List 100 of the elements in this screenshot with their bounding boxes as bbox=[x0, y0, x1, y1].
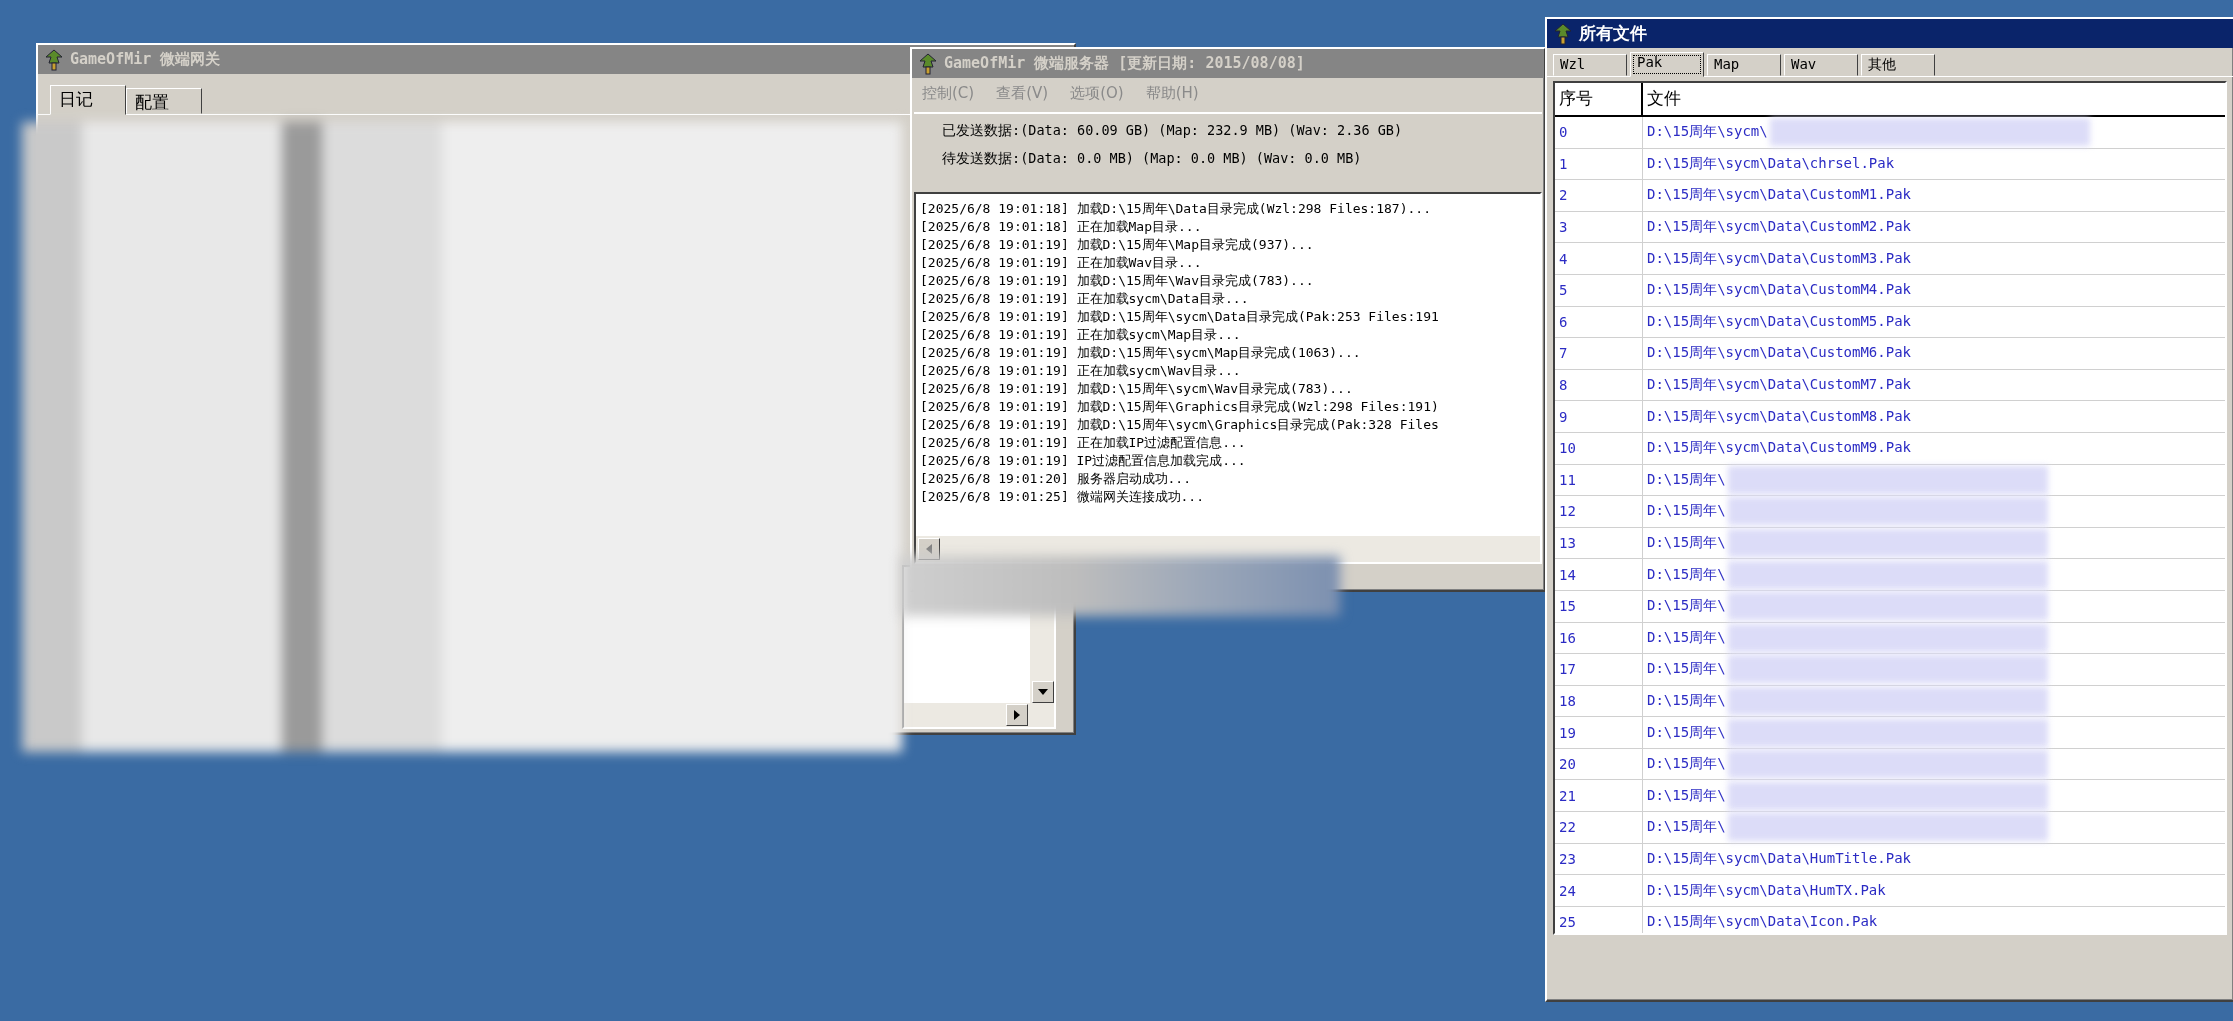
table-cell: D:\15周年\sycm\Data\CustomM4.Pak bbox=[1647, 281, 1911, 300]
table-row[interactable]: 14 D:\15周年\ bbox=[1555, 559, 2225, 591]
table-row[interactable]: 6 D:\15周年\sycm\Data\CustomM5.Pak bbox=[1555, 306, 2225, 339]
tab[interactable]: 配置 bbox=[126, 88, 202, 114]
window-title: GameOfMir 微端网关 bbox=[70, 50, 221, 69]
table-row[interactable]: 5 D:\15周年\sycm\Data\CustomM4.Pak bbox=[1555, 274, 2225, 307]
table-row[interactable]: 15 D:\15周年\ bbox=[1555, 590, 2225, 623]
table-cell: D:\15周年\sycm\Data\CustomM6.Pak bbox=[1647, 344, 1911, 363]
table-row[interactable]: 19 D:\15周年\ bbox=[1555, 717, 2225, 749]
table-cell: 5 bbox=[1559, 282, 1568, 299]
table-row[interactable]: 17 D:\15周年\ bbox=[1555, 654, 2225, 686]
log-line: [2025/6/8 19:01:19] 正在加载sycm\Map目录... bbox=[920, 326, 1242, 344]
table-cell: D:\15周年\sycm\Data\CustomM7.Pak bbox=[1647, 376, 1911, 395]
table-row[interactable]: 9 D:\15周年\sycm\Data\CustomM8.Pak bbox=[1555, 401, 2225, 433]
table-cell: 14 bbox=[1559, 566, 1576, 583]
table-row[interactable]: 0 D:\15周年\sycm\ bbox=[1555, 117, 2225, 149]
tab[interactable]: 其他 bbox=[1861, 54, 1935, 76]
table-row[interactable]: 23 D:\15周年\sycm\Data\HumTitle.Pak bbox=[1555, 843, 2225, 876]
table-row[interactable]: 3 D:\15周年\sycm\Data\CustomM2.Pak bbox=[1555, 211, 2225, 244]
table-cell: D:\15周年\sycm\Data\chrsel.Pak bbox=[1647, 154, 1895, 173]
table-cell: 22 bbox=[1559, 819, 1576, 836]
table-cell: D:\15周年\ bbox=[1647, 818, 1726, 837]
table-row[interactable]: 13 D:\15周年\ bbox=[1555, 527, 2225, 560]
log-line: [2025/6/8 19:01:19] 加载D:\15周年\sycm\Graphics目录完成(Pak:328 Files bbox=[920, 416, 1440, 434]
table-row[interactable]: 8 D:\15周年\sycm\Data\CustomM7.Pak bbox=[1555, 369, 2225, 402]
log-line: [2025/6/8 19:01:20] 服务器启动成功... bbox=[920, 470, 1192, 488]
table-row[interactable]: 16 D:\15周年\ bbox=[1555, 622, 2225, 655]
table-cell: D:\15周年\ bbox=[1647, 565, 1726, 584]
tab[interactable]: Pak bbox=[1630, 52, 1704, 77]
table-cell: 19 bbox=[1559, 724, 1576, 741]
table-cell: 16 bbox=[1559, 629, 1576, 646]
log-line: [2025/6/8 19:01:19] 正在加载IP过滤配置信息... bbox=[920, 434, 1247, 452]
table-row[interactable]: 20 D:\15周年\ bbox=[1555, 748, 2225, 781]
window-title: GameOfMir 微端服务器 [更新日期: 2015/08/08] bbox=[944, 54, 1305, 73]
scroll-down-button[interactable] bbox=[1032, 681, 1054, 703]
table-cell: D:\15周年\ bbox=[1647, 786, 1726, 805]
table-cell: D:\15周年\ bbox=[1647, 470, 1726, 489]
table-cell: D:\15周年\sycm\ bbox=[1647, 123, 1768, 142]
table-cell: 6 bbox=[1559, 313, 1568, 330]
table-row[interactable]: 1 D:\15周年\sycm\Data\chrsel.Pak bbox=[1555, 148, 2225, 181]
table-cell: D:\15周年\ bbox=[1647, 723, 1726, 742]
log-line: [2025/6/8 19:01:19] 加载D:\15周年\Map目录完成(937)... bbox=[920, 236, 1315, 254]
column-header[interactable]: 文件 bbox=[1643, 83, 2225, 115]
table-row[interactable]: 7 D:\15周年\sycm\Data\CustomM6.Pak bbox=[1555, 338, 2225, 370]
table-cell: 25 bbox=[1559, 914, 1576, 931]
app-icon bbox=[1553, 22, 1573, 45]
stat-line: 已发送数据:(Data: 60.09 GB) (Map: 232.9 MB) (Wav: 2.36 GB) bbox=[942, 122, 1404, 140]
scroll-right-button[interactable] bbox=[1006, 704, 1028, 726]
table-cell: 18 bbox=[1559, 693, 1576, 709]
table-cell: 12 bbox=[1559, 503, 1576, 520]
table-row[interactable]: 4 D:\15周年\sycm\Data\CustomM3.Pak bbox=[1555, 243, 2225, 275]
tab[interactable]: Map bbox=[1707, 54, 1781, 76]
table-cell: 9 bbox=[1559, 408, 1568, 425]
table-cell: D:\15周年\ bbox=[1647, 692, 1726, 710]
table-cell: D:\15周年\sycm\Data\HumTitle.Pak bbox=[1647, 849, 1911, 868]
table-row[interactable]: 10 D:\15周年\sycm\Data\CustomM9.Pak bbox=[1555, 432, 2225, 465]
table-cell: D:\15周年\ bbox=[1647, 502, 1726, 521]
table-row[interactable]: 24 D:\15周年\sycm\Data\HumTX.Pak bbox=[1555, 875, 2225, 907]
caret-left-icon bbox=[926, 544, 932, 554]
table-row[interactable]: 18 D:\15周年\ bbox=[1555, 685, 2225, 718]
table-cell: 23 bbox=[1559, 850, 1576, 867]
table-cell: 21 bbox=[1559, 787, 1576, 804]
table-cell: D:\15周年\sycm\Data\CustomM8.Pak bbox=[1647, 407, 1911, 426]
caret-right-icon bbox=[1014, 710, 1020, 720]
table-row[interactable]: 25 D:\15周年\sycm\Data\Icon.Pak bbox=[1555, 906, 2225, 933]
log-line: [2025/6/8 19:01:18] 加载D:\15周年\Data目录完成(Wzl:298 Files:187)... bbox=[920, 200, 1432, 218]
table-cell: 2 bbox=[1559, 187, 1568, 204]
log-line: [2025/6/8 19:01:18] 正在加载Map目录... bbox=[920, 218, 1203, 236]
table-row[interactable]: 22 D:\15周年\ bbox=[1555, 812, 2225, 844]
table-row[interactable]: 21 D:\15周年\ bbox=[1555, 780, 2225, 813]
table-cell: 4 bbox=[1559, 250, 1568, 267]
tab[interactable]: Wzl bbox=[1553, 54, 1627, 76]
table-cell: 1 bbox=[1559, 155, 1568, 172]
table-row[interactable]: 11 D:\15周年\ bbox=[1555, 464, 2225, 497]
column-header[interactable]: 序号 bbox=[1555, 83, 1643, 115]
table-cell: D:\15周年\ bbox=[1647, 755, 1726, 774]
table-cell: 3 bbox=[1559, 219, 1568, 236]
app-icon bbox=[918, 52, 938, 75]
table-cell: D:\15周年\ bbox=[1647, 660, 1726, 679]
table-cell: 0 bbox=[1559, 124, 1568, 141]
table-cell: 13 bbox=[1559, 535, 1576, 551]
tab[interactable]: 日记 bbox=[50, 85, 126, 115]
table-cell: 7 bbox=[1559, 345, 1568, 362]
table-cell: D:\15周年\sycm\Data\CustomM5.Pak bbox=[1647, 312, 1911, 331]
table-row[interactable]: 2 D:\15周年\sycm\Data\CustomM1.Pak bbox=[1555, 180, 2225, 212]
table-cell: D:\15周年\ bbox=[1647, 534, 1726, 552]
log-line: [2025/6/8 19:01:19] 加载D:\15周年\Graphics目录完成(Wzl:298 Files:191) bbox=[920, 398, 1440, 416]
table-cell: 11 bbox=[1559, 471, 1576, 488]
table-cell: D:\15周年\sycm\Data\CustomM2.Pak bbox=[1647, 218, 1911, 237]
table-cell: D:\15周年\sycm\Data\CustomM1.Pak bbox=[1647, 186, 1911, 205]
table-cell: D:\15周年\sycm\Data\HumTX.Pak bbox=[1647, 881, 1886, 900]
log-line: [2025/6/8 19:01:19] 正在加载sycm\Data目录... bbox=[920, 290, 1250, 308]
tab[interactable]: Wav bbox=[1784, 54, 1858, 76]
log-line: [2025/6/8 19:01:19] 加载D:\15周年\sycm\Map目录完成(1063)... bbox=[920, 344, 1362, 362]
table-row[interactable]: 12 D:\15周年\ bbox=[1555, 496, 2225, 528]
table-cell: 15 bbox=[1559, 598, 1576, 615]
table-cell: D:\15周年\ bbox=[1647, 597, 1726, 616]
caret-down-icon bbox=[1038, 689, 1048, 695]
table-cell: D:\15周年\sycm\Data\Icon.Pak bbox=[1647, 913, 1878, 932]
log-line: [2025/6/8 19:01:19] 加载D:\15周年\Wav目录完成(783)... bbox=[920, 272, 1315, 290]
